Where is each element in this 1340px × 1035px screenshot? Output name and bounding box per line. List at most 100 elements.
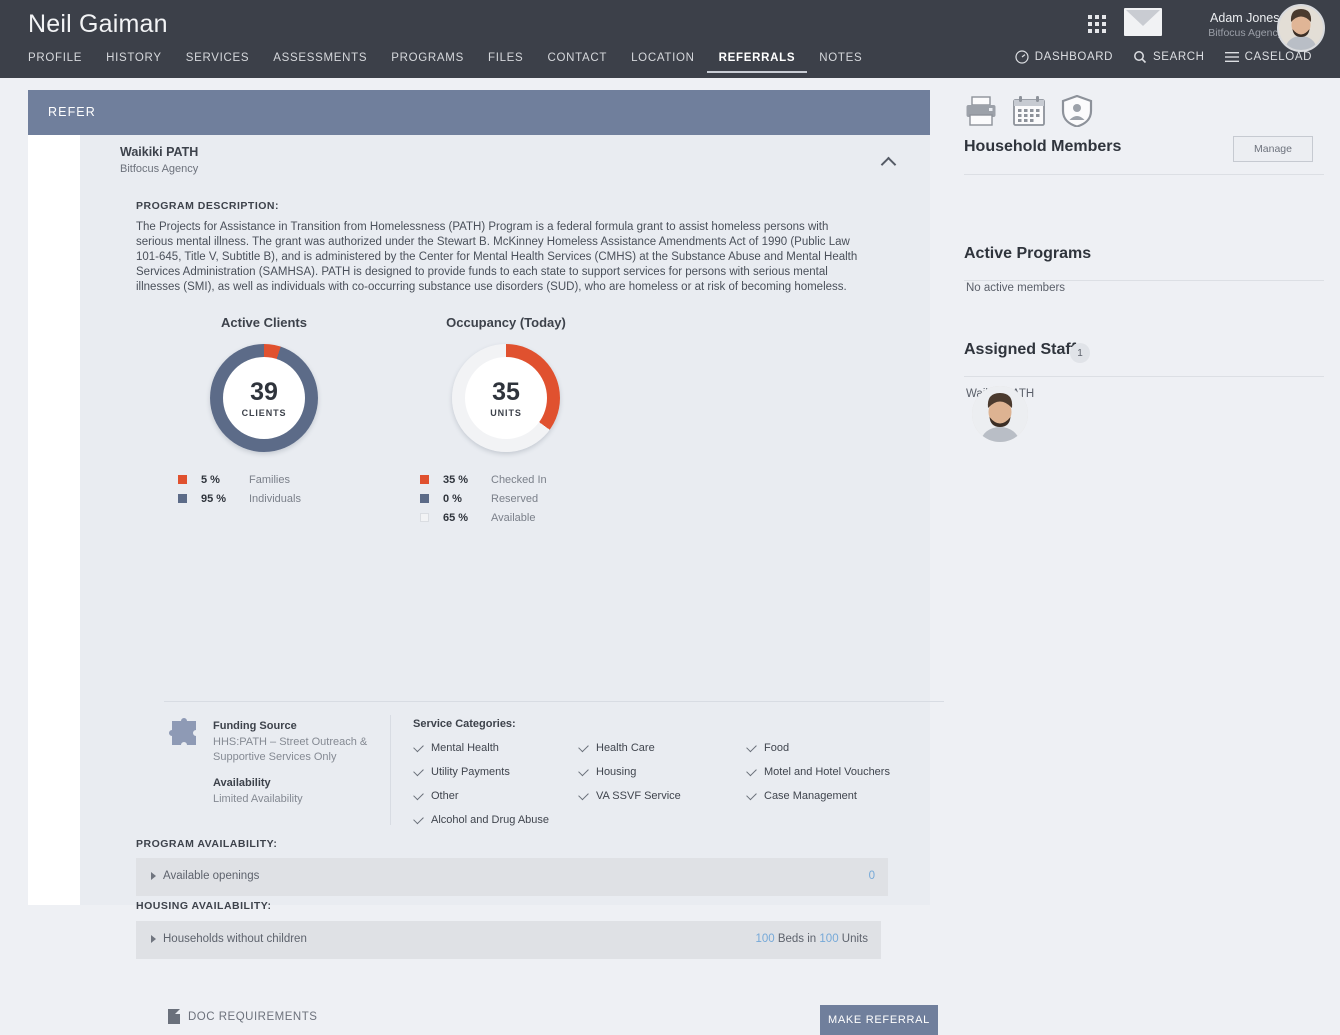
occupancy-center: 35 UNITS [465, 357, 547, 439]
program-availability-row[interactable]: Available openings 0 [136, 858, 888, 896]
legend-label: Available [491, 511, 536, 524]
staff-avatar[interactable] [972, 386, 1028, 442]
occupancy-donut: 35 UNITS [452, 344, 560, 452]
program-availability-label: PROGRAM AVAILABILITY: [136, 838, 278, 850]
legend-swatch [178, 494, 187, 503]
service-label: Utility Payments [431, 766, 510, 778]
puzzle-piece-icon [169, 718, 196, 745]
active-clients-value: 39 [250, 377, 278, 406]
units-count: 100 [819, 933, 839, 945]
legend-label: Checked In [491, 473, 547, 486]
legend-item: 35 % Checked In [420, 470, 706, 489]
service-label: Alcohol and Drug Abuse [431, 814, 550, 826]
beds-count: 100 [755, 933, 775, 945]
shield-person-icon[interactable] [1060, 95, 1094, 127]
tab-location[interactable]: LOCATION [619, 48, 707, 71]
avatar[interactable] [1277, 4, 1325, 52]
hamburger-icon [1224, 52, 1239, 62]
housing-availability-label: HOUSING AVAILABILITY: [136, 900, 272, 912]
legend-swatch [420, 494, 429, 503]
legend-swatch [420, 513, 429, 522]
avatar-illustration [1279, 6, 1323, 50]
caret-right-icon[interactable] [151, 935, 156, 943]
user-agency: Bitfocus Agency [1208, 27, 1283, 39]
caret-right-icon[interactable] [151, 872, 156, 880]
household-empty-text: No active members [966, 282, 1066, 294]
active-clients-unit: CLIENTS [241, 407, 287, 418]
subnav-caseload-label: CASELOAD [1244, 51, 1312, 63]
tab-history[interactable]: HISTORY [94, 48, 174, 71]
housing-availability-row[interactable]: Households without children 100 Beds in … [136, 921, 881, 959]
legend-percent: 5 % [201, 473, 220, 486]
legend-label: Individuals [249, 492, 301, 505]
program-availability-row-left: Available openings [151, 870, 259, 882]
divider [964, 280, 1324, 281]
tab-notes[interactable]: NOTES [807, 48, 874, 71]
user-info[interactable]: Adam Jones, Bitfocus Agency [1175, 10, 1283, 41]
right-sidebar: Household Members Manage No active membe… [950, 90, 1340, 905]
service-categories-list: Mental Health Health Care Food Utility P… [413, 742, 933, 852]
active-programs-title: Active Programs [964, 245, 1092, 262]
active-clients-center: 39 CLIENTS [223, 357, 305, 439]
service-label: Case Management [764, 790, 857, 802]
assigned-staff-count-badge: 1 [1070, 343, 1090, 363]
doc-requirements-link[interactable]: DOC REQUIREMENTS [168, 1009, 317, 1024]
check-icon [413, 815, 424, 826]
service-item-motel-hotel-vouchers: Motel and Hotel Vouchers [746, 766, 890, 778]
tab-services[interactable]: SERVICES [174, 48, 262, 71]
legend-percent: 0 % [443, 492, 462, 505]
legend-label: Reserved [491, 492, 539, 505]
calendar-icon[interactable] [1012, 95, 1046, 127]
divider [964, 174, 1324, 175]
main-content-card: Waikiki PATH Bitfocus Agency PROGRAM DES… [28, 135, 944, 1035]
refer-label: REFER [48, 105, 96, 119]
legend-percent: 95 % [201, 492, 227, 505]
check-icon [413, 743, 424, 754]
tab-programs[interactable]: PROGRAMS [379, 48, 476, 71]
program-agency: Bitfocus Agency [120, 163, 199, 175]
funding-source-value: HHS:PATH – Street Outreach & Supportive … [213, 736, 368, 763]
tab-profile[interactable]: PROFILE [28, 48, 94, 71]
service-item-alcohol-and-drug-abuse: Alcohol and Drug Abuse [413, 814, 549, 826]
legend-swatch [178, 475, 187, 484]
mail-envelope-icon[interactable] [1124, 8, 1162, 36]
divider [964, 376, 1324, 377]
occupancy-chart: Occupancy (Today) 35 UNITS 35 % Checked … [406, 315, 706, 527]
tab-referrals[interactable]: REFERRALS [706, 48, 808, 73]
subnav-search[interactable]: SEARCH [1133, 50, 1205, 64]
legend-item: 0 % Reserved [420, 489, 706, 508]
tab-files[interactable]: FILES [476, 48, 535, 71]
service-label: Motel and Hotel Vouchers [764, 766, 890, 778]
tab-assessments[interactable]: ASSESSMENTS [261, 48, 379, 71]
service-categories-heading: Service Categories: [413, 718, 516, 730]
refer-section-header: REFER [28, 90, 930, 135]
legend-item: 65 % Available [420, 508, 706, 527]
search-icon [1134, 51, 1147, 64]
printer-icon[interactable] [964, 95, 998, 127]
availability-value: Limited Availability [213, 793, 303, 805]
subnav-caseload[interactable]: CASELOAD [1224, 51, 1312, 63]
service-item-va-ssvf-service: VA SSVF Service [578, 790, 681, 802]
active-clients-donut: 39 CLIENTS [210, 344, 318, 452]
apps-grid-icon[interactable] [1088, 15, 1110, 37]
chevron-up-icon[interactable] [880, 155, 900, 169]
main-navigation: PROFILE HISTORY SERVICES ASSESSMENTS PRO… [28, 48, 874, 73]
service-item-food: Food [746, 742, 789, 754]
check-icon [578, 791, 589, 802]
make-referral-button[interactable]: MAKE REFERRAL [820, 1005, 938, 1035]
subnav-dashboard[interactable]: DASHBOARD [1015, 50, 1113, 64]
doc-requirements-label: DOC REQUIREMENTS [188, 1010, 318, 1023]
section-divider [164, 701, 944, 702]
assigned-staff-title: Assigned Staff [964, 341, 1077, 358]
manage-household-button[interactable]: Manage [1233, 136, 1313, 162]
check-icon [413, 767, 424, 778]
document-icon [168, 1009, 180, 1024]
check-icon [746, 767, 757, 778]
legend-swatch [420, 475, 429, 484]
occupancy-value: 35 [492, 377, 520, 406]
column-divider [390, 715, 391, 825]
tab-contact[interactable]: CONTACT [535, 48, 619, 71]
secondary-navigation: DASHBOARD SEARCH CASELOAD [1015, 50, 1312, 64]
available-openings-count: 0 [868, 870, 875, 882]
service-label: Other [431, 790, 459, 802]
